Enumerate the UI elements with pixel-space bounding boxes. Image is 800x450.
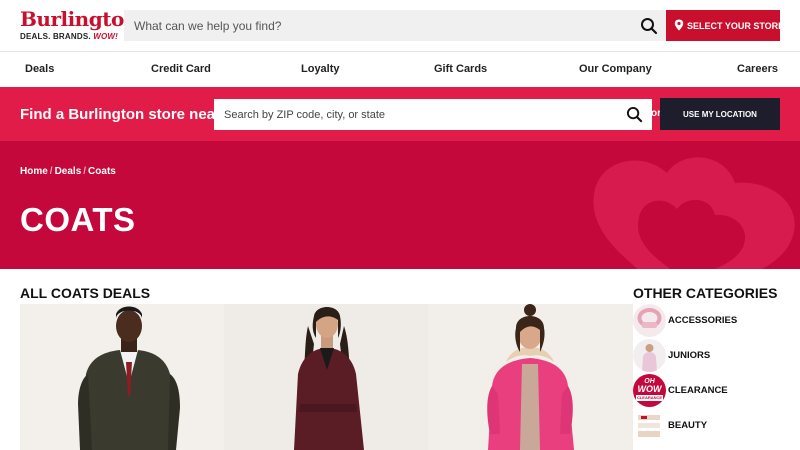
breadcrumb-coats[interactable]: Coats xyxy=(88,166,116,177)
category-hero: Home / Deals / Coats COATS xyxy=(0,141,800,269)
location-pin-icon xyxy=(674,19,684,33)
juniors-thumbnail xyxy=(633,339,666,372)
breadcrumb-home[interactable]: Home xyxy=(20,166,48,177)
breadcrumb-separator: / xyxy=(83,166,87,177)
main-nav: Deals Credit Card Loyalty Gift Cards Our… xyxy=(0,52,800,87)
burlington-logo[interactable]: Burlington DEALS. BRANDS. WOW! xyxy=(20,8,138,44)
logo-tagline-text: DEALS. BRANDS. xyxy=(20,32,91,41)
womens-coat-image xyxy=(224,304,428,450)
other-categories-title: OTHER CATEGORIES xyxy=(633,285,778,301)
nav-item-loyalty[interactable]: Loyalty xyxy=(301,63,340,75)
category-clearance[interactable]: OH WOW CLEARANCE CLEARANCE xyxy=(633,374,800,408)
page-title: COATS xyxy=(20,201,136,238)
category-accessories[interactable]: ACCESSORIES xyxy=(633,304,800,338)
category-beauty[interactable]: BEAUTY xyxy=(633,409,800,443)
nav-item-gift-cards[interactable]: Gift Cards xyxy=(434,63,487,75)
select-store-label: SELECT YOUR STORE xyxy=(687,20,785,31)
store-finder-bar: Find a Burlington store near you or USE … xyxy=(0,87,800,141)
beauty-thumbnail xyxy=(633,409,666,442)
product-card-womens-coat[interactable] xyxy=(224,304,428,450)
heart-watermark-icon xyxy=(593,157,795,269)
category-label: ACCESSORIES xyxy=(668,315,738,326)
search-icon[interactable] xyxy=(626,106,643,123)
mens-coat-image xyxy=(20,304,224,450)
kids-coat-image xyxy=(428,304,633,450)
use-my-location-button[interactable]: USE MY LOCATION xyxy=(660,98,780,130)
breadcrumb: Home / Deals / Coats xyxy=(20,166,116,177)
chevron-down-icon xyxy=(787,21,798,31)
select-store-button[interactable]: SELECT YOUR STORE xyxy=(666,10,798,41)
nav-item-our-company[interactable]: Our Company xyxy=(579,63,652,75)
store-finder-search xyxy=(214,99,652,130)
zip-search-input[interactable] xyxy=(214,99,614,130)
nav-item-credit-card[interactable]: Credit Card xyxy=(151,63,211,75)
breadcrumb-separator: / xyxy=(49,166,53,177)
clearance-badge-wow: WOW xyxy=(637,384,662,394)
nav-item-careers[interactable]: Careers xyxy=(737,63,778,75)
nav-item-deals[interactable]: Deals xyxy=(25,63,54,75)
clearance-thumbnail: OH WOW CLEARANCE xyxy=(633,374,666,407)
product-card-kids-coat[interactable] xyxy=(428,304,633,450)
category-label: JUNIORS xyxy=(668,350,711,361)
logo-tagline: DEALS. BRANDS. WOW! xyxy=(20,32,118,41)
logo-wordmark: Burlington xyxy=(20,7,138,31)
site-search xyxy=(124,10,666,41)
site-search-input[interactable] xyxy=(124,10,624,41)
section-title: ALL COATS DEALS xyxy=(20,285,151,301)
breadcrumb-deals[interactable]: Deals xyxy=(55,166,82,177)
category-label: CLEARANCE xyxy=(668,385,728,396)
logo-tagline-wow: WOW! xyxy=(93,32,119,41)
accessories-thumbnail xyxy=(633,304,666,337)
category-juniors[interactable]: JUNIORS xyxy=(633,339,800,373)
clearance-badge-label: CLEARANCE xyxy=(636,395,663,401)
site-header: Burlington DEALS. BRANDS. WOW! SELECT YO… xyxy=(0,0,800,52)
search-icon[interactable] xyxy=(640,17,658,35)
category-label: BEAUTY xyxy=(668,420,708,431)
product-card-mens-coat[interactable] xyxy=(20,304,224,450)
